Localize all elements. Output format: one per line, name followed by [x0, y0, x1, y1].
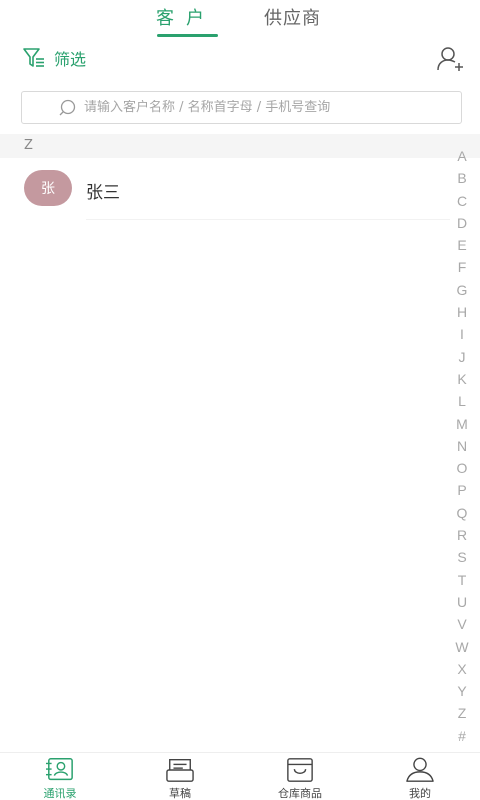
alphabet-index-letter[interactable]: S	[457, 546, 466, 568]
alphabet-index-letter[interactable]: V	[457, 613, 466, 635]
alphabet-index-letter[interactable]: Y	[457, 680, 466, 702]
active-tab-indicator	[157, 34, 218, 37]
nav-label-profile: 我的	[409, 787, 431, 800]
alphabet-index-letter[interactable]: P	[457, 479, 466, 501]
alphabet-index-letter[interactable]: O	[457, 457, 468, 479]
tab-supplier[interactable]: 供应商	[264, 4, 321, 30]
draft-icon	[166, 759, 194, 782]
nav-item-warehouse[interactable]: 仓库商品	[240, 753, 360, 800]
alphabet-index: A B C D E F G H I J K L M N O P Q R S T U V W X Y Z #	[454, 145, 470, 747]
alphabet-index-letter[interactable]: I	[460, 323, 464, 345]
alphabet-index-letter[interactable]: X	[457, 658, 466, 680]
alphabet-index-letter[interactable]: U	[457, 591, 467, 613]
filter-button[interactable]: 筛选	[22, 46, 86, 70]
alphabet-index-letter[interactable]: Z	[458, 702, 467, 724]
avatar: 张	[24, 170, 72, 206]
alphabet-index-letter[interactable]: K	[457, 368, 466, 390]
alphabet-index-letter[interactable]: D	[457, 212, 467, 234]
contact-row[interactable]: 张 张三	[0, 160, 450, 220]
search-box	[21, 91, 462, 124]
alphabet-index-letter[interactable]: #	[458, 725, 466, 747]
alphabet-index-letter[interactable]: H	[457, 301, 467, 323]
add-user-icon[interactable]	[436, 46, 464, 72]
divider	[86, 219, 450, 220]
alphabet-index-letter[interactable]: W	[455, 636, 468, 658]
alphabet-index-letter[interactable]: E	[457, 234, 466, 256]
tab-customer[interactable]: 客户	[156, 4, 216, 30]
alphabet-index-letter[interactable]: C	[457, 190, 467, 212]
filter-label: 筛选	[54, 50, 87, 69]
nav-item-contacts[interactable]: 通讯录	[0, 753, 120, 800]
warehouse-icon	[287, 758, 313, 782]
alphabet-index-letter[interactable]: R	[457, 524, 467, 546]
section-header: Z	[0, 134, 480, 158]
alphabet-index-letter[interactable]: Q	[457, 502, 468, 524]
bottom-nav: 通讯录 草稿 仓库商品 我的	[0, 752, 480, 800]
nav-label-draft: 草稿	[169, 787, 191, 800]
nav-item-draft[interactable]: 草稿	[120, 753, 240, 800]
profile-icon	[406, 757, 434, 782]
contact-name: 张三	[86, 183, 120, 203]
filter-row: 筛选	[0, 46, 480, 72]
nav-label-warehouse: 仓库商品	[278, 787, 322, 800]
alphabet-index-letter[interactable]: A	[457, 145, 466, 167]
alphabet-index-letter[interactable]: B	[457, 167, 466, 189]
contacts-icon	[46, 758, 73, 781]
alphabet-index-letter[interactable]: N	[457, 435, 467, 457]
alphabet-index-letter[interactable]: J	[459, 346, 466, 368]
filter-icon	[23, 48, 44, 67]
top-tabs: 客户 供应商	[0, 0, 480, 38]
alphabet-index-letter[interactable]: T	[458, 569, 467, 591]
alphabet-index-letter[interactable]: L	[458, 390, 466, 412]
search-icon	[59, 99, 76, 116]
section-letter: Z	[24, 138, 33, 153]
nav-label-contacts: 通讯录	[43, 787, 77, 800]
alphabet-index-letter[interactable]: F	[458, 256, 467, 278]
alphabet-index-letter[interactable]: G	[457, 279, 468, 301]
alphabet-index-letter[interactable]: M	[456, 413, 468, 435]
search-input[interactable]	[84, 100, 461, 115]
nav-item-profile[interactable]: 我的	[360, 753, 480, 800]
